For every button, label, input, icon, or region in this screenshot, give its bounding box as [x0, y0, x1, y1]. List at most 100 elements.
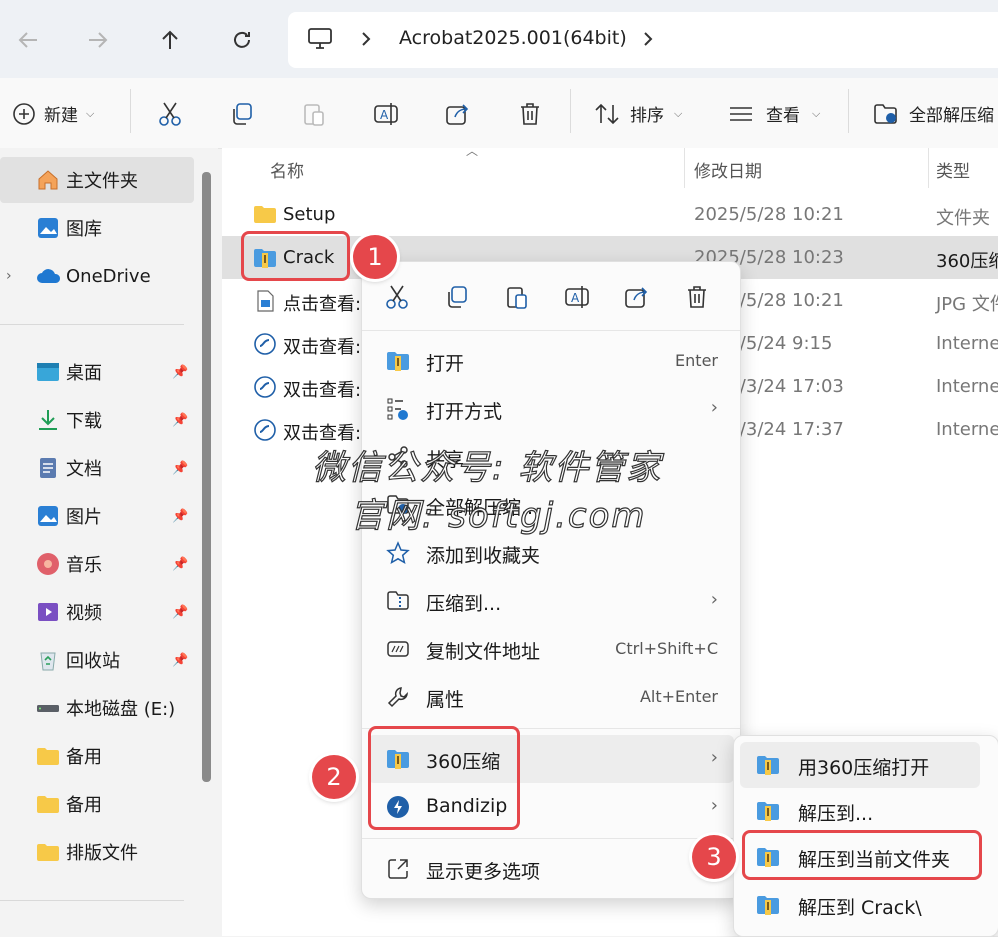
submenu-item-extract-to-crack[interactable]: 解压到 Crack\: [740, 882, 980, 928]
column-header-type[interactable]: 类型: [936, 157, 970, 182]
forward-button[interactable]: [78, 20, 118, 60]
star-icon: [386, 541, 410, 565]
paste-button[interactable]: [301, 101, 327, 127]
svg-text:A: A: [571, 291, 580, 305]
ctx-item-label: 打开方式: [426, 401, 503, 423]
nav-folder-backup-1[interactable]: 备用: [0, 733, 194, 779]
download-icon: [36, 408, 60, 432]
ctx-rename-button[interactable]: A: [564, 284, 590, 310]
nav-documents[interactable]: 文档 📌: [0, 445, 194, 491]
cut-button[interactable]: [157, 101, 183, 127]
file-type: Internet: [936, 333, 998, 354]
nav-folder-backup-2[interactable]: 备用: [0, 781, 194, 827]
pin-icon[interactable]: 📌: [172, 557, 188, 572]
ctx-delete-button[interactable]: [684, 284, 710, 310]
ctx-item-copy-path[interactable]: 复制文件地址 Ctrl+Shift+C: [362, 625, 740, 673]
svg-text:A: A: [380, 108, 389, 122]
ctx-shortcut: Ctrl+Shift+C: [615, 639, 718, 658]
back-button[interactable]: [8, 20, 48, 60]
step-badge-2: 2: [312, 755, 356, 799]
up-button[interactable]: [150, 20, 190, 60]
column-header-modified[interactable]: 修改日期: [694, 157, 762, 182]
archive-icon: [756, 893, 780, 917]
computer-icon: [308, 28, 332, 50]
nav-music[interactable]: 音乐 📌: [0, 541, 194, 587]
new-button[interactable]: 新建 ⌵: [12, 101, 94, 126]
folder-icon: [36, 792, 60, 816]
copy-path-icon: [386, 637, 410, 661]
ctx-item-label: 压缩到...: [426, 593, 502, 615]
extract-all-button[interactable]: 全部解压缩: [873, 101, 994, 126]
toolbar-divider: [848, 89, 849, 133]
ctx-item-properties[interactable]: 属性 Alt+Enter: [362, 673, 740, 721]
submenu-chevron-icon: ›: [710, 747, 718, 768]
pin-icon[interactable]: 📌: [172, 365, 188, 380]
submenu-item-extract-to[interactable]: 解压到...: [740, 788, 980, 834]
nav-recycle-bin[interactable]: 回收站 📌: [0, 637, 194, 683]
ctx-item-open-with[interactable]: 打开方式 ›: [362, 385, 740, 433]
breadcrumb-chevron-icon: [360, 30, 372, 48]
file-name: 双击查看:: [283, 380, 362, 401]
nav-onedrive-label: OneDrive: [66, 265, 151, 287]
nav-desktop[interactable]: 桌面 📌: [0, 349, 194, 395]
ctx-paste-button[interactable]: [504, 284, 530, 310]
nav-onedrive[interactable]: › OneDrive: [0, 253, 194, 299]
sidebar-scrollbar[interactable]: [202, 172, 211, 782]
toolbar-divider: [570, 89, 571, 133]
pin-icon[interactable]: 📌: [172, 413, 188, 428]
table-row[interactable]: Setup 2025/5/28 10:21 文件夹: [222, 193, 998, 236]
internet-shortcut-icon: [253, 375, 277, 399]
ctx-item-compress[interactable]: 压缩到... ›: [362, 577, 740, 625]
up-arrow-icon: [162, 30, 178, 49]
paste-icon: [507, 287, 527, 309]
nav-folder-label: 排版文件: [66, 843, 138, 864]
expand-chevron-icon[interactable]: ›: [6, 268, 12, 284]
submenu-item-open-360[interactable]: 用360压缩打开: [740, 742, 980, 788]
nav-home[interactable]: 主文件夹: [0, 157, 194, 203]
compress-icon: [386, 589, 410, 613]
ctx-copy-button[interactable]: [444, 284, 470, 310]
file-type: 文件夹: [936, 208, 990, 229]
column-divider[interactable]: [684, 148, 685, 188]
nav-folder-layout[interactable]: 排版文件: [0, 829, 194, 875]
ctx-item-label: 添加到收藏夹: [426, 545, 541, 567]
breadcrumb-chevron-icon[interactable]: [642, 30, 654, 48]
pin-icon[interactable]: 📌: [172, 509, 188, 524]
pin-icon[interactable]: 📌: [172, 653, 188, 668]
new-label: 新建: [44, 106, 78, 126]
column-divider[interactable]: [928, 148, 929, 188]
refresh-button[interactable]: [222, 20, 262, 60]
nav-pictures-label: 图片: [66, 507, 102, 528]
nav-folder-label: 备用: [66, 747, 102, 768]
folder-icon: [36, 840, 60, 864]
sort-button[interactable]: 排序 ⌵: [594, 101, 682, 126]
document-icon: [36, 456, 60, 480]
sort-label: 排序: [630, 106, 664, 126]
copy-button[interactable]: [229, 101, 255, 127]
nav-videos[interactable]: 视频 📌: [0, 589, 194, 635]
chevron-down-icon: ⌵: [674, 106, 683, 120]
recycle-bin-icon: [36, 648, 60, 672]
nav-music-label: 音乐: [66, 555, 102, 576]
nav-pictures[interactable]: 图片 📌: [0, 493, 194, 539]
view-button[interactable]: 查看 ⌵: [728, 101, 820, 126]
nav-downloads-label: 下载: [66, 411, 102, 432]
nav-gallery[interactable]: 图库: [0, 205, 194, 251]
ctx-cut-button[interactable]: [384, 284, 410, 310]
column-header-name[interactable]: 名称: [270, 157, 304, 182]
ctx-item-open[interactable]: 打开 Enter: [362, 337, 740, 385]
nav-folder-label: 备用: [66, 795, 102, 816]
nav-downloads[interactable]: 下载 📌: [0, 397, 194, 443]
file-name: 双击查看:: [283, 337, 362, 358]
share-button[interactable]: [445, 101, 471, 127]
pin-icon[interactable]: 📌: [172, 605, 188, 620]
submenu-chevron-icon: ›: [710, 397, 718, 418]
nav-drive-e[interactable]: 本地磁盘 (E:): [0, 685, 194, 731]
ctx-item-more-options[interactable]: 显示更多选项: [362, 845, 740, 893]
file-modified: 2025/5/28 10:21: [694, 204, 844, 225]
rename-button[interactable]: A: [373, 101, 399, 127]
pin-icon[interactable]: 📌: [172, 461, 188, 476]
ctx-share-button[interactable]: [624, 284, 650, 310]
delete-button[interactable]: [517, 101, 543, 127]
breadcrumb-folder[interactable]: Acrobat2025.001(64bit): [399, 27, 627, 49]
